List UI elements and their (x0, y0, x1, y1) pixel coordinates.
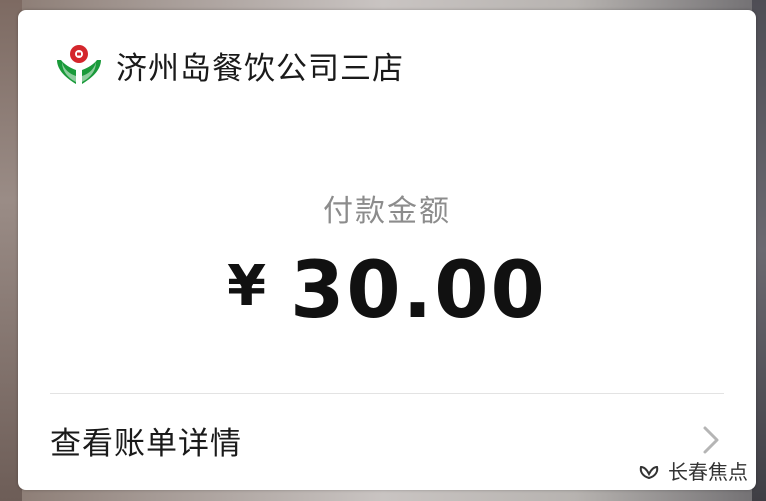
bank-logo-icon (57, 45, 101, 84)
view-bill-details-button[interactable]: 查看账单详情 (50, 405, 724, 475)
merchant-header: 济州岛餐饮公司三店 (54, 40, 404, 90)
amount-label: 付款金额 (323, 194, 451, 229)
payment-amount: ¥30.00 (18, 242, 756, 336)
watermark: 长春焦点 (636, 456, 748, 485)
amount-value: 30.00 (290, 246, 547, 336)
divider (50, 393, 724, 394)
payment-card: 济州岛餐饮公司三店 付款金额 ¥30.00 查看账单详情 (18, 10, 756, 490)
currency-symbol: ¥ (227, 254, 269, 319)
merchant-name: 济州岛餐饮公司三店 (116, 50, 404, 87)
watermark-text: 长春焦点 (668, 460, 748, 484)
view-bill-details-label: 查看账单详情 (50, 425, 242, 462)
chevron-right-icon (703, 426, 719, 454)
wechat-channel-icon (639, 465, 659, 479)
